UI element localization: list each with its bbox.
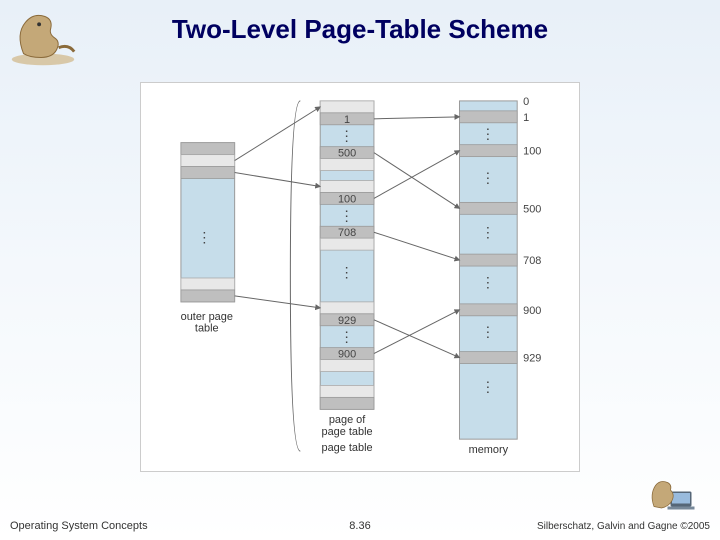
mem-500: 500 bbox=[523, 203, 541, 215]
mem-900: 900 bbox=[523, 305, 541, 317]
svg-text:⋮: ⋮ bbox=[197, 229, 212, 245]
footer-left: Operating System Concepts bbox=[10, 520, 148, 532]
outer-label: outer pagetable bbox=[181, 311, 233, 335]
svg-text:⋮: ⋮ bbox=[340, 207, 355, 223]
inner-900: 900 bbox=[338, 349, 356, 361]
inner-708: 708 bbox=[338, 227, 356, 239]
diagram: ⋮ outer pagetable 1 ⋮ 500 100 ⋮ 708 ⋮ 92… bbox=[140, 82, 580, 472]
svg-text:⋮: ⋮ bbox=[481, 378, 496, 394]
inner-929: 929 bbox=[338, 315, 356, 327]
svg-text:⋮: ⋮ bbox=[481, 274, 496, 290]
inner-1: 1 bbox=[344, 114, 350, 126]
pagetable-label: page table bbox=[322, 442, 373, 454]
mem-100: 100 bbox=[523, 146, 541, 158]
svg-text:⋮: ⋮ bbox=[340, 128, 355, 144]
svg-text:⋮: ⋮ bbox=[340, 329, 355, 345]
title-underline: g bbox=[336, 14, 352, 44]
svg-text:⋮: ⋮ bbox=[481, 324, 496, 340]
mem-708: 708 bbox=[523, 255, 541, 267]
inner-100: 100 bbox=[338, 193, 356, 205]
pageof-label: page ofpage table bbox=[322, 414, 373, 438]
svg-text:⋮: ⋮ bbox=[481, 169, 496, 185]
dinosaur-computer-logo-icon bbox=[644, 472, 706, 520]
svg-text:⋮: ⋮ bbox=[481, 126, 496, 142]
mem-0: 0 bbox=[523, 96, 529, 108]
footer-page-number: 8.36 bbox=[349, 520, 370, 532]
svg-text:⋮: ⋮ bbox=[340, 264, 355, 280]
title-part-c: e-Table Scheme bbox=[352, 14, 548, 44]
title-part-a: Two-Level Pa bbox=[172, 14, 336, 44]
slide-title: Two-Level Page-Table Scheme bbox=[0, 14, 720, 45]
inner-500: 500 bbox=[338, 148, 356, 160]
memory-label: memory bbox=[469, 444, 509, 456]
mem-929: 929 bbox=[523, 353, 541, 365]
footer-copyright: Silberschatz, Galvin and Gagne ©2005 bbox=[537, 521, 710, 532]
svg-text:⋮: ⋮ bbox=[481, 224, 496, 240]
mem-1: 1 bbox=[523, 112, 529, 124]
